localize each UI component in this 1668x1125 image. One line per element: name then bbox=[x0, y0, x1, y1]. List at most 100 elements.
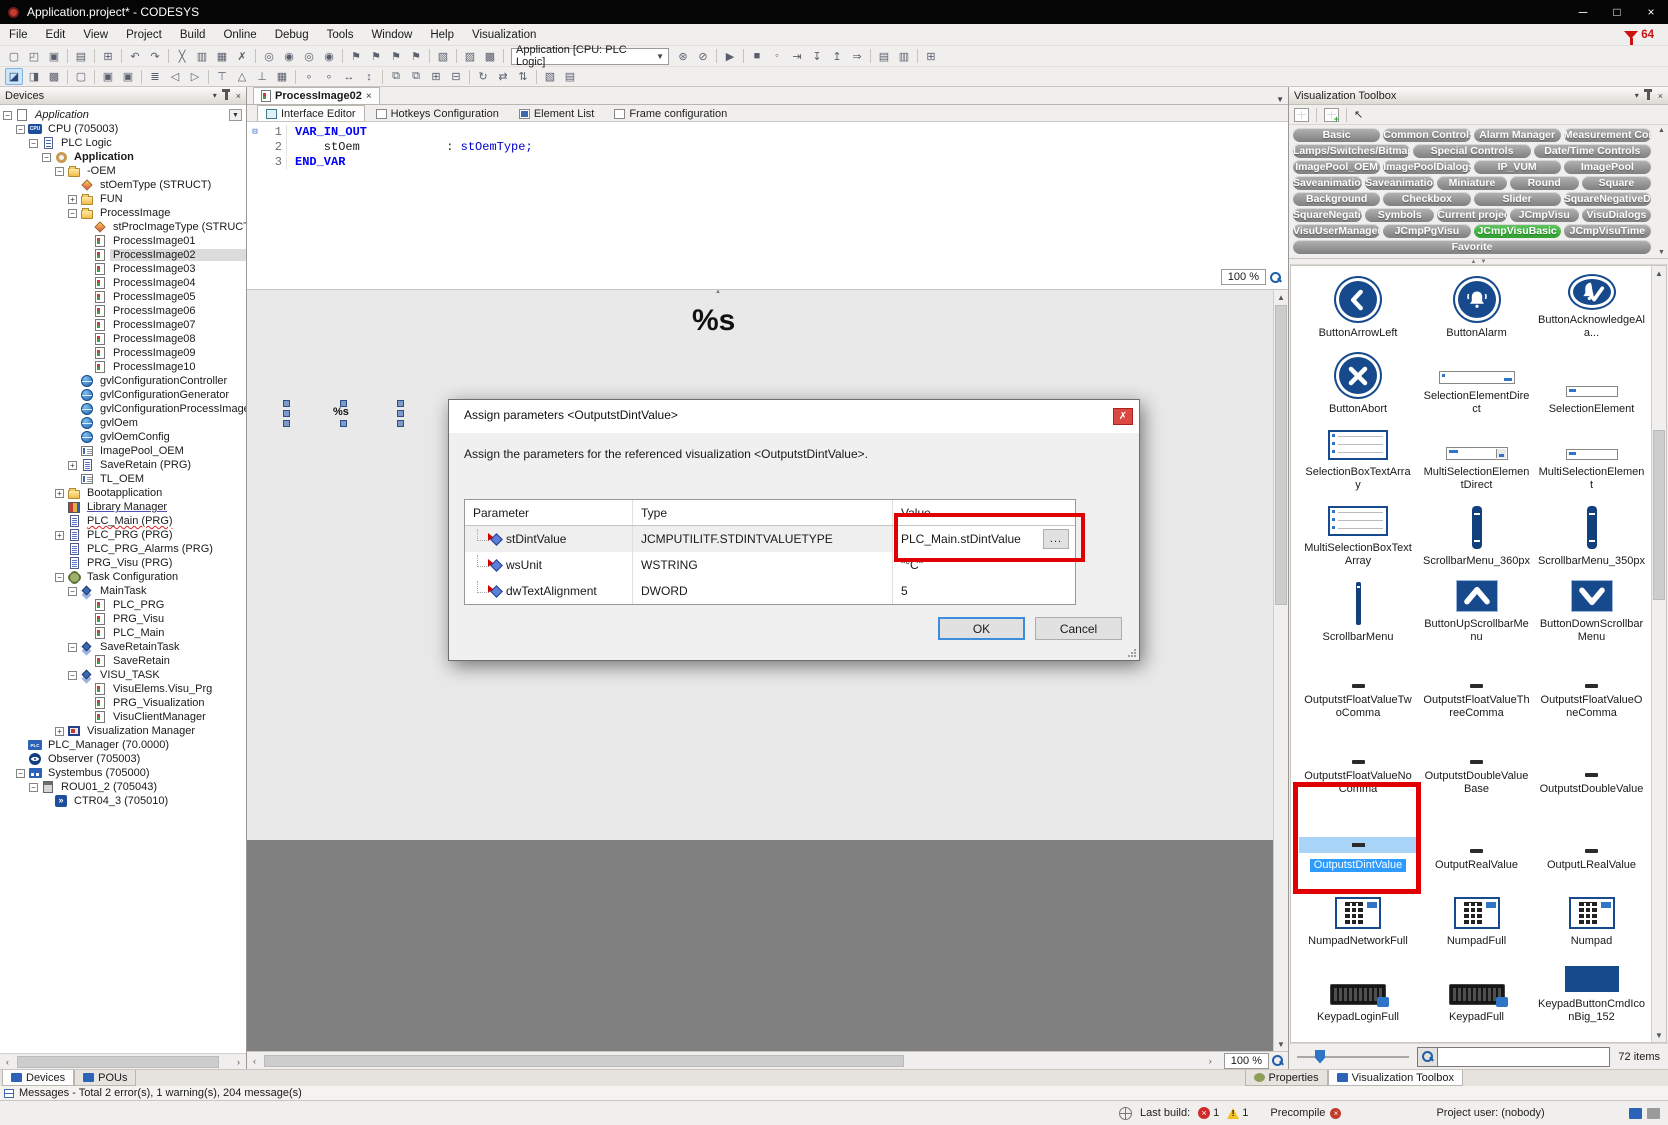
collapse-icon[interactable]: − bbox=[3, 111, 12, 120]
order-backward-icon[interactable]: ⊟ bbox=[447, 68, 465, 85]
device-combo-icon[interactable]: ▼ bbox=[229, 109, 242, 121]
generate-code-icon[interactable]: ▨ bbox=[461, 48, 479, 65]
tree-item-visu-task[interactable]: −VISU_TASK bbox=[0, 668, 246, 682]
panel-menu-icon[interactable]: ▾ bbox=[1635, 91, 1639, 100]
tree-item-processimage03[interactable]: ProcessImage03 bbox=[0, 262, 246, 276]
category-ip-vum[interactable]: IP_VUM bbox=[1474, 160, 1561, 174]
prev-bookmark-icon[interactable]: ⚑ bbox=[367, 48, 385, 65]
selected-visual-element[interactable]: %s bbox=[283, 400, 404, 427]
visu-frame-icon[interactable]: ▢ bbox=[72, 68, 90, 85]
parameter-row[interactable]: dwTextAlignmentDWORD5 bbox=[465, 578, 1075, 604]
bookmark-icon[interactable]: ⚑ bbox=[347, 48, 365, 65]
browse-button[interactable]: ... bbox=[1043, 529, 1069, 549]
tab-list-dropdown-icon[interactable]: ▼ bbox=[1276, 95, 1284, 104]
toolbox-item-outputstfloatvalueonecomma[interactable]: OutputstFloatValueOneComma bbox=[1534, 652, 1649, 728]
tree-item-tl-oem[interactable]: TL_OEM bbox=[0, 472, 246, 486]
force-values-icon[interactable]: ▥ bbox=[895, 48, 913, 65]
splitter-collapse-icon[interactable]: ▲ bbox=[703, 290, 733, 296]
toolbox-item-keypadfull[interactable]: KeypadFull bbox=[1419, 956, 1534, 1032]
expand-icon[interactable]: + bbox=[68, 461, 77, 470]
toolbox-item-multiselectionelement[interactable]: MultiSelectionElement bbox=[1534, 424, 1649, 500]
toolbox-item-outputstfloatvaluetwocomma[interactable]: OutputstFloatValueTwoComma bbox=[1297, 652, 1419, 728]
step-over-icon[interactable]: ⇥ bbox=[788, 48, 806, 65]
scroll-right-icon[interactable]: › bbox=[1203, 1054, 1218, 1068]
scroll-up-icon[interactable]: ▲ bbox=[1652, 266, 1666, 280]
toolbox-item-numpadnetworkfull[interactable]: NumpadNetworkFull bbox=[1297, 880, 1419, 956]
scroll-down-icon[interactable]: ▼ bbox=[1274, 1037, 1288, 1051]
tree-item-gvlconfigurationgenerator[interactable]: gvlConfigurationGenerator bbox=[0, 388, 246, 402]
visu-grid-icon[interactable]: ▩ bbox=[45, 68, 63, 85]
expand-icon[interactable]: + bbox=[55, 531, 64, 540]
align-middle-icon[interactable]: △ bbox=[233, 68, 251, 85]
tree-item-observer-705003-[interactable]: Observer (705003) bbox=[0, 752, 246, 766]
toolbox-item-numpad[interactable]: Numpad bbox=[1534, 880, 1649, 956]
bottom-tab-visualization-toolbox[interactable]: Visualization Toolbox bbox=[1328, 1070, 1463, 1086]
category-jcmppgvisu[interactable]: JCmpPgVisu bbox=[1383, 224, 1470, 238]
collapse-icon[interactable]: − bbox=[68, 587, 77, 596]
category-squarenegativedarkgrey[interactable]: SquareNegativeDarkGrey bbox=[1564, 192, 1651, 206]
cancel-button[interactable]: Cancel bbox=[1035, 617, 1122, 640]
toolbox-item-buttonalarm[interactable]: ButtonAlarm bbox=[1419, 272, 1534, 348]
interface-icon[interactable]: ▤ bbox=[561, 68, 579, 85]
tree-item-plc-prg-alarms-prg-[interactable]: PLC_PRG_Alarms (PRG) bbox=[0, 542, 246, 556]
category-basic[interactable]: Basic bbox=[1293, 128, 1380, 142]
toolbox-item-buttonabort[interactable]: ButtonAbort bbox=[1297, 348, 1419, 424]
undo-icon[interactable]: ↶ bbox=[126, 48, 144, 65]
expand-icon[interactable]: + bbox=[68, 195, 77, 204]
copy-project-icon[interactable]: ⊞ bbox=[99, 48, 117, 65]
collapse-icon[interactable]: − bbox=[68, 643, 77, 652]
category-background[interactable]: Background bbox=[1293, 192, 1380, 206]
toolbox-item-keypadloginfull[interactable]: KeypadLoginFull bbox=[1297, 956, 1419, 1032]
toolbox-item-partial[interactable] bbox=[1419, 1032, 1534, 1042]
tree-item-prg-visu-prg-[interactable]: PRG_Visu (PRG) bbox=[0, 556, 246, 570]
panel-menu-icon[interactable]: ▾ bbox=[213, 91, 217, 100]
category-alarm-manager[interactable]: Alarm Manager bbox=[1474, 128, 1561, 142]
category-jcmpvisubasic[interactable]: JCmpVisuBasic bbox=[1474, 224, 1561, 238]
tree-item-processimage04[interactable]: ProcessImage04 bbox=[0, 276, 246, 290]
tab-close-icon[interactable]: × bbox=[366, 91, 372, 102]
tree-item-bootapplication[interactable]: +Bootapplication bbox=[0, 486, 246, 500]
order-back-icon[interactable]: ⧉ bbox=[407, 68, 425, 85]
category-saveanimationround[interactable]: SaveanimationRound bbox=[1293, 176, 1362, 190]
single-cycle-icon[interactable]: ◦ bbox=[768, 48, 786, 65]
dialog-close-icon[interactable]: ✗ bbox=[1113, 408, 1133, 425]
fold-icon[interactable]: ⊟ bbox=[247, 125, 263, 140]
distribute-v-icon[interactable]: ∘ bbox=[320, 68, 338, 85]
tree-item--oem[interactable]: −-OEM bbox=[0, 164, 246, 178]
toolbox-item-keypadbuttoncmdiconbig-152[interactable]: KeypadButtonCmdIconBig_152 bbox=[1534, 956, 1649, 1032]
menu-item-help[interactable]: Help bbox=[421, 29, 463, 41]
start-icon[interactable]: ▶ bbox=[721, 48, 739, 65]
toolbox-item-multiselectionboxtextarray[interactable]: MultiSelectionBoxTextArray bbox=[1297, 500, 1419, 576]
toolbox-item-outputrealvalue[interactable]: OutputRealValue bbox=[1419, 804, 1534, 880]
category-square[interactable]: Square bbox=[1582, 176, 1651, 190]
run-to-cursor-icon[interactable]: ⇒ bbox=[848, 48, 866, 65]
scroll-left-icon[interactable]: ‹ bbox=[0, 1055, 15, 1069]
dialog-resize-grip[interactable] bbox=[1127, 648, 1137, 658]
flip-v-icon[interactable]: ⇅ bbox=[514, 68, 532, 85]
ungroup-icon[interactable]: ▣ bbox=[119, 68, 137, 85]
category-current-project[interactable]: Current project bbox=[1437, 208, 1506, 222]
toolbox-item-partial[interactable] bbox=[1297, 1032, 1419, 1042]
tree-item-plc-manager-70-0000-[interactable]: PLCPLC_Manager (70.0000) bbox=[0, 738, 246, 752]
collapse-icon[interactable]: − bbox=[68, 209, 77, 218]
redo-icon[interactable]: ↷ bbox=[146, 48, 164, 65]
category-imagepooldialogs[interactable]: ImagePoolDialogs bbox=[1383, 160, 1470, 174]
category-checkbox[interactable]: Checkbox bbox=[1383, 192, 1470, 206]
menu-item-file[interactable]: File bbox=[0, 29, 37, 41]
collapse-icon[interactable]: − bbox=[29, 783, 38, 792]
toolbox-item-outputstdoublevalue[interactable]: OutputstDoubleValue bbox=[1534, 728, 1649, 804]
bottom-tab-devices[interactable]: Devices bbox=[2, 1070, 74, 1086]
select-tool-icon[interactable]: ↖ bbox=[1354, 108, 1363, 121]
panel-close-icon[interactable]: × bbox=[236, 91, 241, 101]
align-right-icon[interactable]: ▷ bbox=[186, 68, 204, 85]
copy-icon[interactable]: ▥ bbox=[193, 48, 211, 65]
canvas-zoom-icon[interactable] bbox=[1271, 1054, 1284, 1067]
menu-item-build[interactable]: Build bbox=[171, 29, 215, 41]
stop-icon[interactable]: ■ bbox=[748, 48, 766, 65]
find-icon[interactable]: ◎ bbox=[260, 48, 278, 65]
tree-item-processimage10[interactable]: ProcessImage10 bbox=[0, 360, 246, 374]
category-lamps-switches-bitmaps[interactable]: Lamps/Switches/Bitmaps bbox=[1293, 144, 1410, 158]
menu-item-project[interactable]: Project bbox=[117, 29, 171, 41]
tree-item-plc-main[interactable]: PLC_Main bbox=[0, 626, 246, 640]
tools-icon[interactable]: ⊞ bbox=[922, 48, 940, 65]
